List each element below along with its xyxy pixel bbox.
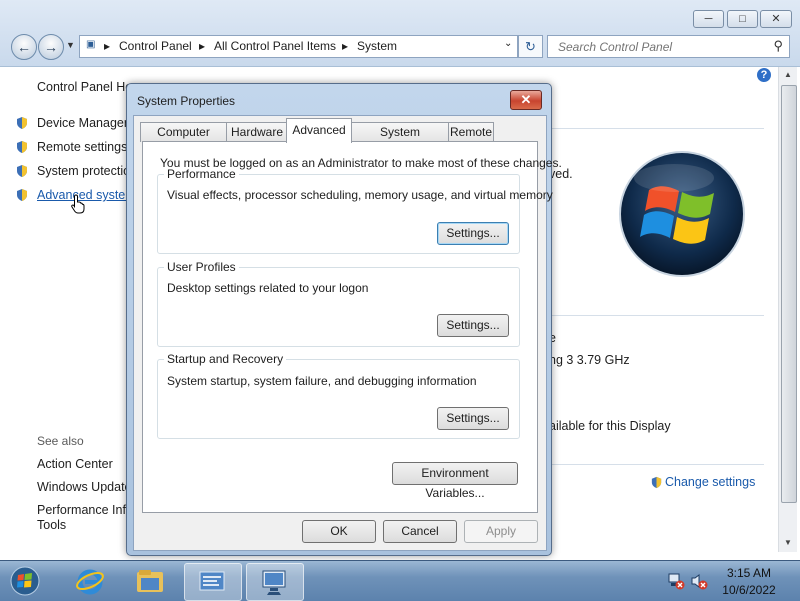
tab-remote[interactable]: Remote [448, 122, 494, 142]
remote-settings-link[interactable]: Remote settings [37, 140, 127, 154]
breadcrumb-separator-icon: ▸ [342, 39, 349, 53]
dialog-close-button[interactable]: ✕ [510, 90, 542, 110]
arrow-right-icon: → [44, 39, 58, 55]
tab-computer-name[interactable]: Computer Name [140, 122, 227, 158]
taskbar [0, 560, 800, 601]
hand-cursor-icon [71, 194, 85, 214]
refresh-button[interactable]: ↻ [518, 35, 543, 58]
taskbar-internet-explorer[interactable] [62, 563, 118, 599]
breadcrumb-separator-icon: ▸ [104, 39, 111, 53]
arrow-left-icon: ← [17, 39, 31, 55]
user-profiles-settings-button[interactable]: Settings... [437, 314, 509, 337]
breadcrumb-separator-icon: ▸ [199, 39, 206, 53]
control-panel-icon: ▣ [86, 39, 96, 50]
performance-info-link[interactable]: Performance Info [37, 503, 133, 517]
performance-title: Performance [164, 167, 239, 181]
vertical-scrollbar[interactable]: ▲ ▼ [778, 67, 797, 552]
recent-pages-button[interactable]: ▼ [66, 40, 76, 52]
minimize-button[interactable]: ─ [693, 10, 724, 28]
startup-recovery-title: Startup and Recovery [164, 352, 287, 366]
dialog-title: System Properties [137, 94, 236, 108]
user-profiles-description: Desktop settings related to your logon [167, 281, 369, 295]
performance-settings-button[interactable]: Settings... [437, 222, 509, 245]
advanced-tab-panel: You must be logged on as an Administrato… [142, 141, 562, 513]
section-divider [548, 128, 764, 129]
dialog-body: Computer Name Hardware Advanced System P… [133, 115, 562, 551]
tab-hardware[interactable]: Hardware [226, 122, 288, 142]
close-icon: ✕ [771, 13, 781, 25]
tab-advanced[interactable]: Advanced [286, 118, 352, 143]
apply-button[interactable]: Apply [464, 520, 538, 543]
clock-time[interactable]: 3:15 AM [719, 566, 779, 580]
close-window-button[interactable]: ✕ [760, 10, 792, 28]
see-also-heading: See also [37, 434, 84, 448]
cancel-button[interactable]: Cancel [383, 520, 457, 543]
breadcrumb-all-items[interactable]: All Control Panel Items [214, 39, 336, 53]
taskbar-file-explorer[interactable] [122, 563, 178, 599]
maximize-button[interactable]: □ [727, 10, 758, 28]
device-manager-link[interactable]: Device Manager [37, 116, 128, 130]
scrollbar-thumb[interactable] [781, 85, 797, 503]
forward-button[interactable]: → [38, 34, 64, 60]
search-input[interactable] [556, 39, 770, 55]
system-properties-dialog: System Properties ✕ Computer Name Hardwa… [126, 83, 562, 556]
startup-recovery-settings-button[interactable]: Settings... [437, 407, 509, 430]
shield-icon [17, 165, 27, 177]
minimize-icon: ─ [704, 13, 713, 25]
breadcrumb-system[interactable]: System [357, 39, 397, 53]
advanced-system-settings-link[interactable]: Advanced system [37, 188, 136, 202]
startup-recovery-description: System startup, system failure, and debu… [167, 374, 477, 388]
search-icon[interactable]: ⚲ [773, 38, 783, 54]
control-panel-home-link[interactable]: Control Panel Ho [37, 80, 132, 94]
taskbar-control-panel[interactable] [184, 563, 242, 601]
performance-tools-link[interactable]: Tools [37, 518, 66, 532]
startup-recovery-group: Startup and Recovery System startup, sys… [157, 352, 520, 439]
user-profiles-title: User Profiles [164, 260, 239, 274]
section-divider [548, 315, 764, 316]
chevron-down-icon: ▼ [66, 40, 75, 50]
computer-icon [262, 570, 286, 595]
ok-button[interactable]: OK [302, 520, 376, 543]
scroll-up-icon[interactable]: ▲ [779, 70, 797, 79]
back-button[interactable]: ← [11, 34, 37, 60]
clock-date[interactable]: 10/6/2022 [716, 583, 782, 597]
address-dropdown-icon[interactable]: ⌄ [504, 38, 512, 49]
performance-group: Performance Visual effects, processor sc… [157, 167, 553, 254]
environment-variables-button[interactable]: Environment Variables... [392, 462, 518, 500]
internet-explorer-icon [76, 569, 104, 595]
change-settings-link[interactable]: Change settings [665, 475, 755, 489]
address-bar[interactable]: ▣ ▸ Control Panel ▸ All Control Panel It… [79, 35, 518, 58]
taskbar-system-properties[interactable] [246, 563, 304, 601]
system-protection-link[interactable]: System protectio [37, 164, 130, 178]
tab-system-protection[interactable]: System Protection [351, 122, 449, 158]
windows-update-link[interactable]: Windows Update [37, 480, 132, 494]
volume-muted-icon[interactable] [690, 572, 708, 590]
refresh-icon: ↻ [525, 39, 536, 54]
scroll-down-icon[interactable]: ▼ [779, 538, 797, 547]
search-box: ⚲ [547, 35, 790, 58]
start-button[interactable] [10, 566, 40, 596]
user-profiles-group: User Profiles Desktop settings related t… [157, 260, 520, 347]
help-icon[interactable]: ? [757, 68, 771, 82]
shield-icon [17, 189, 27, 201]
performance-description: Visual effects, processor scheduling, me… [167, 188, 553, 202]
shield-icon [17, 117, 27, 129]
folder-icon [137, 570, 163, 592]
pen-touch-fragment: ailable for this Display [549, 419, 671, 433]
shield-icon [17, 141, 27, 153]
breadcrumb-control-panel[interactable]: Control Panel [119, 39, 192, 53]
section-divider [548, 464, 764, 465]
processor-fragment: ng 3 3.79 GHz [549, 353, 630, 367]
action-center-link[interactable]: Action Center [37, 457, 113, 471]
control-panel-icon [199, 571, 225, 591]
close-icon: ✕ [520, 92, 532, 107]
maximize-icon: □ [739, 13, 746, 25]
network-warning-icon[interactable] [667, 572, 685, 590]
windows-logo-icon [619, 151, 745, 277]
shield-icon [651, 476, 662, 489]
